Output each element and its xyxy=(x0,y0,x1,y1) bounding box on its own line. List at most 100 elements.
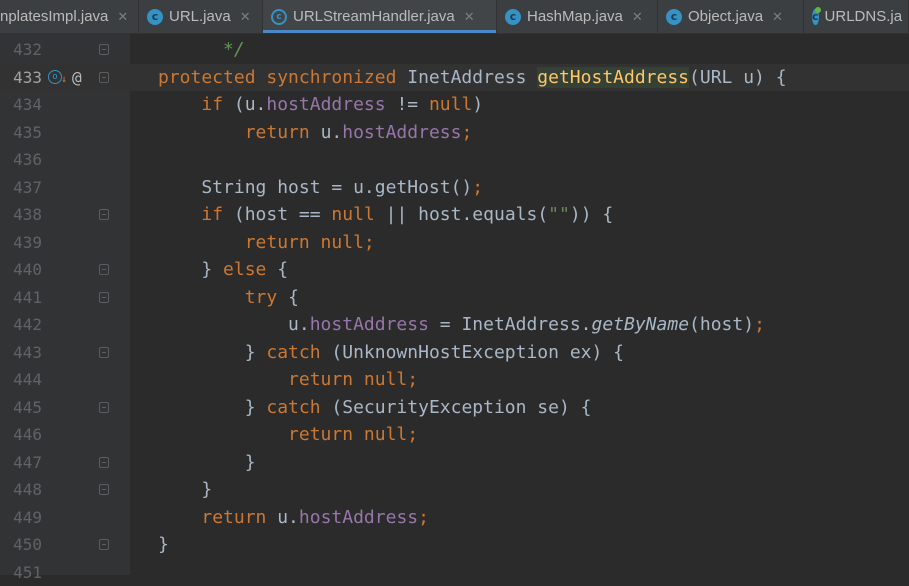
line-number[interactable]: 433 xyxy=(0,68,42,87)
line-number[interactable]: 435 xyxy=(0,123,42,142)
line-number[interactable]: 436 xyxy=(0,150,42,169)
tab-object-java[interactable]: cObject.java✕ xyxy=(658,0,804,33)
code-token: if xyxy=(201,204,234,225)
code-line[interactable]: 441 try { xyxy=(0,284,909,312)
code-line[interactable]: 447 } xyxy=(0,449,909,477)
close-icon[interactable]: ✕ xyxy=(117,9,128,25)
code-text[interactable]: } catch (UnknownHostException ex) { xyxy=(158,342,624,363)
code-token: hostAddress xyxy=(299,507,418,528)
code-line[interactable]: 438 if (host == null || host.equals(""))… xyxy=(0,201,909,229)
code-text[interactable]: if (host == null || host.equals("")) { xyxy=(158,204,613,225)
code-line[interactable]: 436 xyxy=(0,146,909,174)
line-number[interactable]: 449 xyxy=(0,508,42,527)
line-number[interactable]: 448 xyxy=(0,480,42,499)
code-text[interactable]: return null; xyxy=(158,232,375,253)
line-number[interactable]: 445 xyxy=(0,398,42,417)
close-icon[interactable]: ✕ xyxy=(240,9,251,25)
tab-nplatesimpl-java[interactable]: nplatesImpl.java✕ xyxy=(0,0,139,33)
code-token: if xyxy=(201,94,234,115)
code-line[interactable]: 443 } catch (UnknownHostException ex) { xyxy=(0,339,909,367)
code-text[interactable]: } catch (SecurityException se) { xyxy=(158,397,592,418)
line-number[interactable]: 442 xyxy=(0,315,42,334)
line-number[interactable]: 441 xyxy=(0,288,42,307)
line-number[interactable]: 440 xyxy=(0,260,42,279)
tab-urldns-ja[interactable]: cURLDNS.ja xyxy=(804,0,909,33)
fold-marker-icon[interactable] xyxy=(99,209,109,220)
code-text[interactable]: } else { xyxy=(158,259,288,280)
fold-marker-icon[interactable] xyxy=(99,44,109,55)
code-line[interactable]: 448 } xyxy=(0,476,909,504)
code-text[interactable]: return u.hostAddress; xyxy=(158,507,429,528)
code-line[interactable]: 451 xyxy=(0,559,909,586)
code-text[interactable]: } xyxy=(158,452,256,473)
code-token: } xyxy=(158,452,256,473)
code-text[interactable]: u.hostAddress = InetAddress.getByName(ho… xyxy=(158,314,765,335)
close-icon[interactable]: ✕ xyxy=(632,9,643,25)
code-line[interactable]: 437 String host = u.getHost(); xyxy=(0,174,909,202)
code-text[interactable]: return null; xyxy=(158,369,418,390)
code-token: try xyxy=(245,287,288,308)
tab-hashmap-java[interactable]: cHashMap.java✕ xyxy=(497,0,658,33)
code-token: } xyxy=(158,397,266,418)
line-number[interactable]: 438 xyxy=(0,205,42,224)
code-text[interactable]: try { xyxy=(158,287,299,308)
code-line[interactable]: 433o@protected synchronized InetAddress … xyxy=(0,64,909,92)
code-text[interactable]: String host = u.getHost(); xyxy=(158,177,483,198)
code-token: u. xyxy=(321,122,343,143)
code-token: return null; xyxy=(245,232,375,253)
fold-marker-icon[interactable] xyxy=(99,402,109,413)
code-line[interactable]: 434 if (u.hostAddress != null) xyxy=(0,91,909,119)
fold-marker-icon[interactable] xyxy=(99,457,109,468)
code-line[interactable]: 450} xyxy=(0,531,909,559)
code-token: } xyxy=(158,259,223,280)
line-number[interactable]: 451 xyxy=(0,563,42,582)
code-token: */ xyxy=(158,39,245,60)
line-number[interactable]: 432 xyxy=(0,40,42,59)
code-token xyxy=(158,94,201,115)
line-number[interactable]: 439 xyxy=(0,233,42,252)
code-line[interactable]: 449 return u.hostAddress; xyxy=(0,504,909,532)
fold-marker-icon[interactable] xyxy=(99,264,109,275)
code-text[interactable]: protected synchronized InetAddress getHo… xyxy=(158,67,787,88)
code-token: String host = u.getHost() xyxy=(158,177,472,198)
fold-marker-icon[interactable] xyxy=(99,484,109,495)
code-token: return xyxy=(201,507,277,528)
line-number[interactable]: 434 xyxy=(0,95,42,114)
code-text[interactable]: if (u.hostAddress != null) xyxy=(158,94,483,115)
code-token: (u. xyxy=(234,94,267,115)
line-number[interactable]: 443 xyxy=(0,343,42,362)
tab-urlstreamhandler-java[interactable]: cURLStreamHandler.java✕ xyxy=(263,0,497,33)
code-text[interactable]: } xyxy=(158,534,169,555)
java-runnable-class-icon: c xyxy=(812,9,819,25)
code-text[interactable]: */ xyxy=(158,39,245,60)
code-token: (host) xyxy=(689,314,754,335)
code-line[interactable]: 444 return null; xyxy=(0,366,909,394)
fold-marker-icon[interactable] xyxy=(99,72,109,83)
code-line[interactable]: 442 u.hostAddress = InetAddress.getByNam… xyxy=(0,311,909,339)
code-text[interactable]: return u.hostAddress; xyxy=(158,122,472,143)
code-line[interactable]: 440 } else { xyxy=(0,256,909,284)
tab-url-java[interactable]: cURL.java✕ xyxy=(139,0,263,33)
code-line[interactable]: 435 return u.hostAddress; xyxy=(0,119,909,147)
code-editor[interactable]: 432 */433o@protected synchronized InetAd… xyxy=(0,34,909,575)
code-line[interactable]: 446 return null; xyxy=(0,421,909,449)
line-number[interactable]: 450 xyxy=(0,535,42,554)
fold-marker-icon[interactable] xyxy=(99,347,109,358)
line-number[interactable]: 444 xyxy=(0,370,42,389)
close-icon[interactable]: ✕ xyxy=(464,9,475,25)
annotation-at-icon[interactable]: @ xyxy=(72,68,82,87)
line-number[interactable]: 447 xyxy=(0,453,42,472)
line-number[interactable]: 446 xyxy=(0,425,42,444)
code-text[interactable]: } xyxy=(158,479,212,500)
close-icon[interactable]: ✕ xyxy=(772,9,783,25)
override-down-icon[interactable]: o xyxy=(48,70,62,84)
fold-marker-icon[interactable] xyxy=(99,539,109,550)
code-line[interactable]: 432 */ xyxy=(0,36,909,64)
code-line[interactable]: 439 return null; xyxy=(0,229,909,257)
code-token: catch xyxy=(266,397,331,418)
fold-marker-icon[interactable] xyxy=(99,292,109,303)
code-line[interactable]: 445 } catch (SecurityException se) { xyxy=(0,394,909,422)
line-number[interactable]: 437 xyxy=(0,178,42,197)
code-text[interactable]: return null; xyxy=(158,424,418,445)
gutter-markers[interactable]: o@ xyxy=(48,68,82,87)
